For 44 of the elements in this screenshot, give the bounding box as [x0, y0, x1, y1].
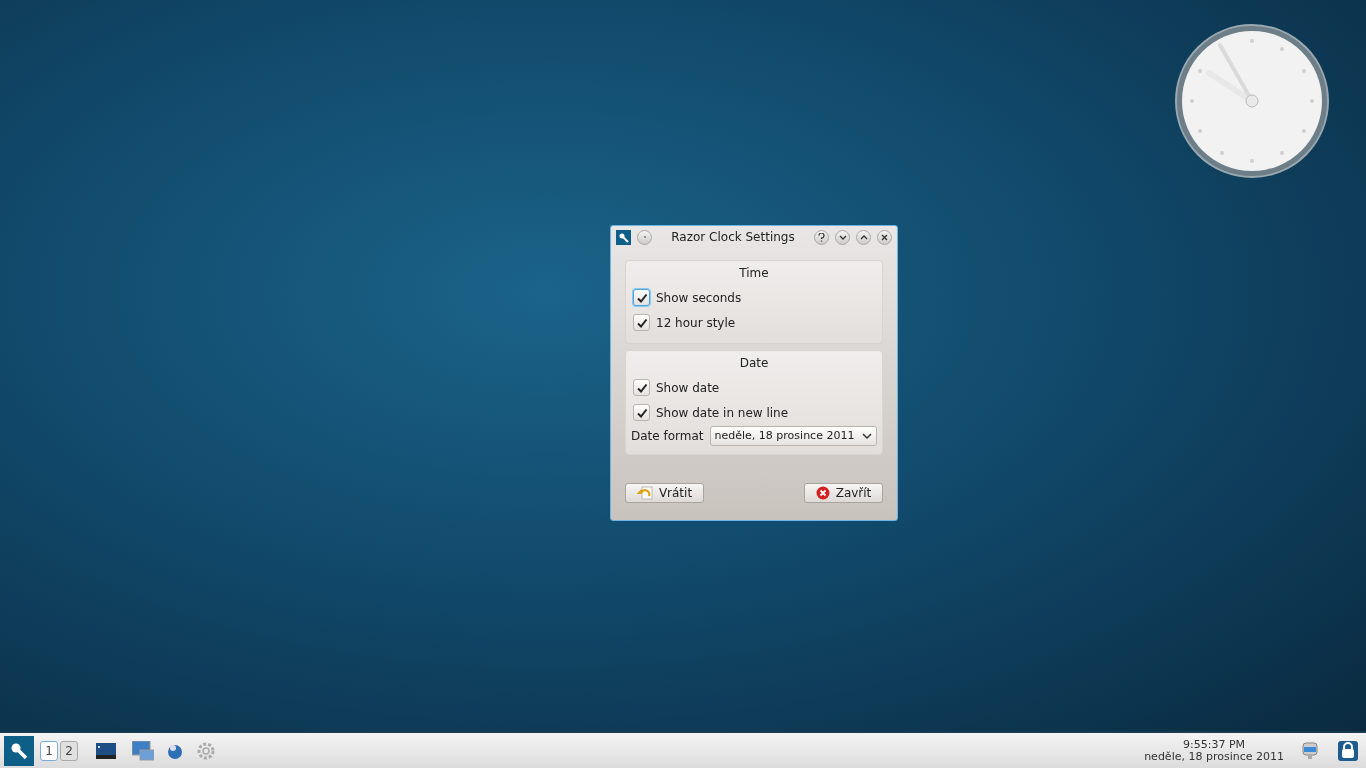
cancel-icon [815, 486, 830, 500]
desktop-switch-button[interactable]: 2 [60, 740, 78, 761]
checkbox-row[interactable]: 12 hour style [633, 310, 877, 335]
checkbox-label: Show seconds [656, 289, 742, 307]
checkmark-icon [635, 406, 648, 419]
caret-icon [862, 432, 872, 440]
checkmark-icon [635, 316, 648, 329]
terminal-icon[interactable] [96, 742, 116, 759]
checkbox-label: Show date [656, 379, 720, 397]
minimize-button[interactable] [835, 229, 850, 245]
undo-arrow-icon [636, 486, 653, 500]
reset-button[interactable]: Vrátit [625, 483, 704, 503]
checkbox[interactable] [633, 289, 650, 306]
app-icon[interactable] [616, 229, 631, 245]
group-title: Time [738, 265, 770, 282]
checkbox-row[interactable]: Show seconds [633, 285, 877, 310]
help-button[interactable] [814, 229, 829, 245]
checkbox-row[interactable]: Show date [633, 375, 877, 400]
checkbox[interactable] [633, 314, 650, 331]
chevron-down-icon [838, 234, 847, 240]
close-button[interactable] [877, 229, 892, 245]
checkbox-label: 12 hour style [656, 314, 736, 332]
maximize-button[interactable] [856, 229, 871, 245]
chevron-up-icon [859, 234, 868, 240]
checkmark-icon [635, 381, 648, 394]
help-icon [818, 232, 825, 242]
checkbox-label: Show date in new line [656, 404, 789, 422]
network-icon[interactable] [1302, 740, 1318, 761]
window-title: Razor Clock Settings [670, 229, 796, 246]
lock-screen-icon[interactable] [1338, 740, 1358, 761]
clock-date: neděle, 18 prosince 2011 [1144, 750, 1284, 763]
screens-icon[interactable] [132, 740, 154, 761]
desktop-switch-button[interactable]: 1 [40, 740, 58, 761]
close-dialog-button[interactable]: Zavřít [804, 483, 883, 503]
date-format-dropdown[interactable]: neděle, 18 prosince 2011 [709, 426, 877, 446]
checkbox-row[interactable]: Show date in new line [633, 400, 877, 425]
close-icon [881, 233, 888, 241]
group-title: Date [738, 355, 770, 372]
date-format-label: Date format [631, 428, 704, 445]
checkbox[interactable] [633, 379, 650, 396]
checkbox[interactable] [633, 404, 650, 421]
clock-time: 9:55:37 PM [1183, 738, 1246, 751]
checkmark-icon [635, 291, 648, 304]
main-menu-button[interactable] [4, 735, 34, 766]
